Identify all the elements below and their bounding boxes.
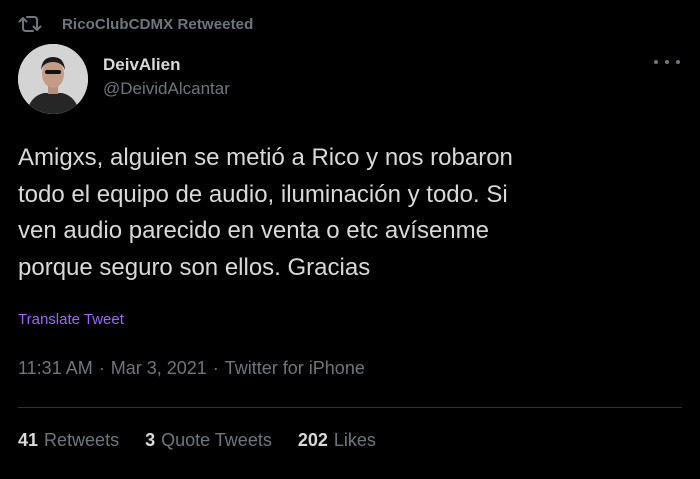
dot-icon: [654, 60, 658, 64]
retweet-icon: [18, 14, 44, 34]
retweet-context: RicoClubCDMX Retweeted: [18, 12, 253, 36]
quote-tweets-count: 3: [145, 430, 156, 450]
meta-separator: ·: [212, 358, 219, 378]
retweets-count: 41: [18, 430, 39, 450]
meta-separator: ·: [98, 358, 105, 378]
tweet-meta: 11:31 AM · Mar 3, 2021 · Twitter for iPh…: [18, 358, 365, 379]
translate-tweet-link[interactable]: Translate Tweet: [18, 311, 124, 328]
dot-icon: [665, 60, 669, 64]
retweets-label: Retweets: [44, 430, 120, 450]
quote-tweets-stat[interactable]: 3 Quote Tweets: [145, 430, 272, 451]
retweets-stat[interactable]: 41 Retweets: [18, 430, 119, 451]
tweet-time[interactable]: 11:31 AM: [18, 358, 93, 379]
tweet-text: Amigxs, alguien se metió a Rico y nos ro…: [18, 144, 513, 281]
more-options-icon[interactable]: [654, 55, 680, 69]
likes-stat[interactable]: 202 Likes: [298, 430, 376, 451]
tweet-stats: 41 Retweets 3 Quote Tweets 202 Likes: [18, 430, 402, 451]
author-handle[interactable]: @DeividAlcantar: [103, 76, 230, 102]
likes-label: Likes: [333, 430, 376, 450]
author-display-name[interactable]: DeivAlien: [103, 54, 230, 76]
tweet-date[interactable]: Mar 3, 2021: [111, 358, 207, 379]
author-block[interactable]: DeivAlien @DeividAlcantar: [103, 54, 230, 102]
likes-count: 202: [297, 430, 328, 450]
quote-tweets-label: Quote Tweets: [161, 430, 272, 450]
retweet-context-text[interactable]: RicoClubCDMX Retweeted: [62, 16, 253, 33]
avatar[interactable]: [18, 44, 88, 114]
divider: [18, 407, 682, 408]
tweet-card: RicoClubCDMX Retweeted DeivAlien @Deivid…: [0, 0, 700, 479]
dot-icon: [676, 60, 680, 64]
tweet-source[interactable]: Twitter for iPhone: [225, 358, 365, 379]
